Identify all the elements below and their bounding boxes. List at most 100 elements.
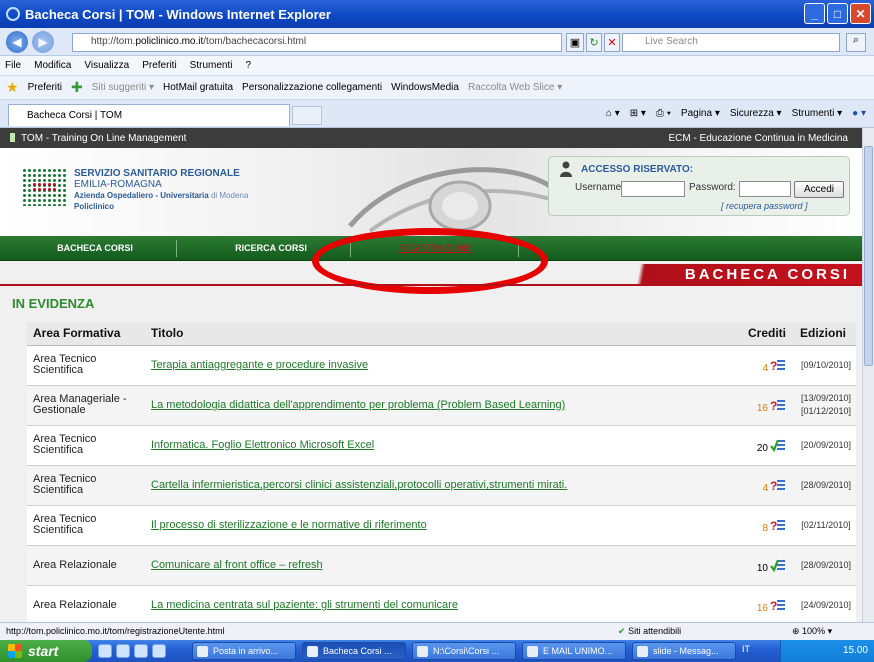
search-input[interactable]: Live Search — [622, 33, 840, 52]
fav-siti-suggeriti[interactable]: Siti suggeriti ▾ — [92, 82, 154, 93]
refresh-icon[interactable]: ↻ — [586, 33, 602, 52]
favorites-button[interactable]: Preferiti — [28, 82, 62, 93]
fav-personalizzazione[interactable]: Personalizzazione collegamenti — [242, 82, 382, 93]
strumenti-menu[interactable]: Strumenti ▾ — [792, 108, 843, 119]
ssr-line3: Azienda Ospedaliero - Universitaria — [74, 191, 209, 200]
fav-hotmail[interactable]: HotMail gratuita — [163, 82, 233, 93]
strip-right: ECM - Educazione Continua in Medicina — [668, 132, 848, 144]
zoom-control[interactable]: ⊕ 100% ▾ — [792, 626, 832, 637]
print-icon[interactable]: ⎙ ▾ — [656, 108, 671, 119]
address-toolbar: ◀ ▶ http://tom.policlinico.mo.it/tom/bac… — [0, 28, 874, 56]
cell-crediti: 16? — [741, 385, 790, 426]
status-bar: http://tom.policlinico.mo.it/tom/registr… — [0, 622, 874, 640]
course-link[interactable]: Terapia antiaggregante e procedure invas… — [151, 359, 368, 371]
task-email[interactable]: E MAIL UNIMO... — [522, 642, 626, 660]
menu-help[interactable]: ? — [245, 60, 251, 71]
home-icon[interactable]: ⌂ ▾ — [606, 108, 620, 119]
maximize-button[interactable]: □ — [827, 3, 848, 24]
course-link[interactable]: Informatica. Foglio Elettronico Microsof… — [151, 439, 374, 451]
fav-windowsmedia[interactable]: WindowsMedia — [391, 82, 459, 93]
ssr-line2: EMILIA-ROMAGNA — [74, 179, 162, 190]
ssr-line4: Policlinico — [74, 202, 115, 211]
page-scrollbar[interactable] — [862, 128, 874, 622]
back-button[interactable]: ◀ — [6, 31, 28, 53]
cell-edizioni: [02/11/2010] — [790, 505, 856, 546]
credits-value: 8 — [762, 523, 768, 534]
course-link[interactable]: Il processo di sterilizzazione e le norm… — [151, 519, 427, 531]
cell-crediti: 4? — [741, 465, 790, 506]
menu-bar: File Modifica Visualizza Preferiti Strum… — [0, 56, 874, 76]
recover-password-link[interactable]: [ recupera password ] — [721, 201, 808, 211]
course-info-icon[interactable]: ? — [770, 356, 786, 374]
task-outlook[interactable]: Posta in arrivo... — [192, 642, 296, 660]
cell-edizioni: [28/09/2010] — [790, 465, 856, 506]
table-row: Area Manageriale - Gestionale La metodolo… — [27, 385, 856, 426]
quicklaunch-browser-icon[interactable] — [152, 644, 166, 658]
pagina-menu[interactable]: Pagina ▾ — [681, 108, 720, 119]
task-slide[interactable]: slide - Messag... — [632, 642, 736, 660]
tab-bacheca-corsi[interactable]: Bacheca Corsi | TOM — [8, 104, 290, 126]
url-domain: policlinico.mo.it — [135, 36, 204, 47]
task-bacheca-corsi[interactable]: Bacheca Corsi ... — [302, 642, 406, 660]
user-icon — [560, 161, 572, 177]
menu-file[interactable]: File — [5, 60, 21, 71]
col-area: Area Formativa — [27, 322, 145, 346]
strip-left: TOM - Training On Line Management — [21, 132, 187, 144]
search-icon[interactable]: ⌕ — [846, 33, 866, 52]
password-field[interactable] — [739, 181, 791, 197]
cell-area: Area Relazionale — [27, 585, 145, 622]
course-open-icon[interactable] — [770, 556, 786, 574]
course-info-icon[interactable]: ? — [770, 516, 786, 534]
quicklaunch-media-icon[interactable] — [134, 644, 148, 658]
close-window-button[interactable]: ✕ — [850, 3, 871, 24]
table-header-row: Area Formativa Titolo Crediti Edizioni — [27, 322, 856, 346]
table-row: Area Relazionale Comunicare al front offi… — [27, 545, 856, 586]
stop-icon[interactable]: ✕ — [604, 33, 620, 52]
course-link[interactable]: La metodologia didattica dell'apprendime… — [151, 399, 565, 411]
course-open-icon[interactable] — [770, 436, 786, 454]
menu-strumenti[interactable]: Strumenti — [190, 60, 233, 71]
forward-button[interactable]: ▶ — [32, 31, 54, 53]
help-icon[interactable]: ● ▾ — [852, 108, 866, 119]
cell-titolo: La medicina centrata sul paziente: gli s… — [145, 585, 742, 622]
pin-icon — [10, 133, 15, 143]
menu-visualizza[interactable]: Visualizza — [84, 60, 129, 71]
course-link[interactable]: Comunicare al front office – refresh — [151, 559, 323, 571]
menu-modifica[interactable]: Modifica — [34, 60, 71, 71]
new-tab-button[interactable] — [292, 106, 322, 125]
quicklaunch-desktop-icon[interactable] — [116, 644, 130, 658]
address-field[interactable]: http://tom.policlinico.mo.it/tom/bacheca… — [72, 33, 562, 52]
cell-titolo: Comunicare al front office – refresh — [145, 545, 742, 586]
nav-bacheca-corsi[interactable]: BACHECA CORSI — [20, 236, 170, 261]
scrollbar-thumb[interactable] — [864, 146, 873, 366]
window-controls: _ □ ✕ — [804, 3, 871, 24]
status-url: http://tom.policlinico.mo.it/tom/registr… — [6, 626, 225, 636]
menu-preferiti[interactable]: Preferiti — [142, 60, 176, 71]
start-button[interactable]: start — [0, 640, 92, 662]
cell-titolo: Terapia antiaggregante e procedure invas… — [145, 345, 742, 386]
task-folder[interactable]: N:\Corsi\Corsi ... — [412, 642, 516, 660]
svg-text:?: ? — [770, 399, 777, 413]
course-info-icon[interactable]: ? — [770, 596, 786, 614]
clock: 15.00 — [842, 645, 868, 656]
favorites-star-icon[interactable]: ★ — [6, 79, 19, 96]
quicklaunch-ie-icon[interactable] — [98, 644, 112, 658]
course-link[interactable]: La medicina centrata sul paziente: gli s… — [151, 599, 458, 611]
fav-web-slice[interactable]: Raccolta Web Slice ▾ — [468, 82, 562, 93]
minimize-button[interactable]: _ — [804, 3, 825, 24]
login-button[interactable]: Accedi — [794, 181, 844, 198]
cell-crediti: 8? — [741, 505, 790, 546]
cell-area: Area Tecnico Scientifica — [27, 465, 145, 506]
add-favorite-icon[interactable]: ✚ — [71, 79, 83, 96]
sicurezza-menu[interactable]: Sicurezza ▾ — [730, 108, 782, 119]
course-info-icon[interactable]: ? — [770, 396, 786, 414]
ie-icon — [6, 7, 20, 21]
course-info-icon[interactable]: ? — [770, 476, 786, 494]
language-indicator[interactable]: IT — [742, 644, 750, 654]
feeds-icon[interactable]: ⊞ ▾ — [630, 108, 646, 119]
checkmark-icon: ✔ — [618, 626, 626, 636]
cell-titolo: Il processo di sterilizzazione e le norm… — [145, 505, 742, 546]
course-link[interactable]: Cartella infermieristica,percorsi clinic… — [151, 479, 567, 491]
username-field[interactable] — [621, 181, 685, 197]
compatibility-icon[interactable]: ▣ — [566, 33, 584, 52]
